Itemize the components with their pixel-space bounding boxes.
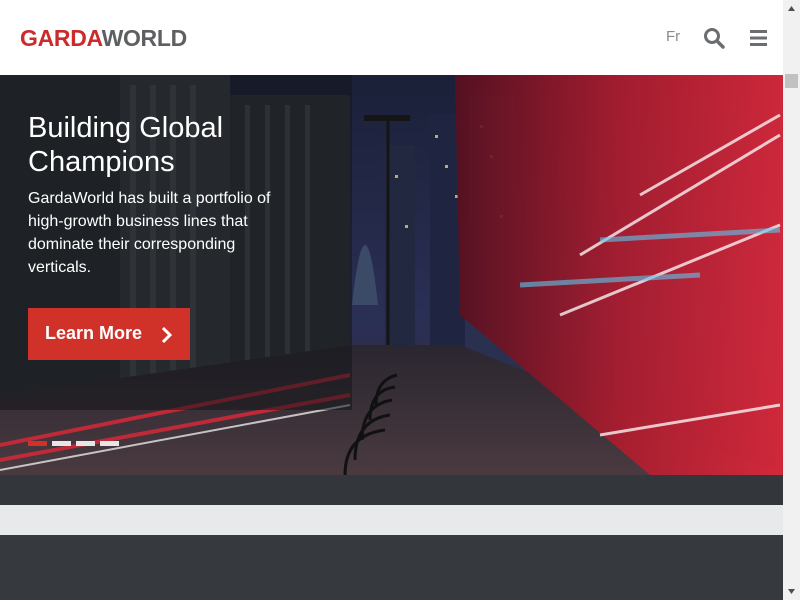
carousel-dot-4[interactable] (100, 441, 119, 446)
language-toggle-link[interactable]: Fr (666, 28, 680, 45)
site-header: GARDAWORLD Fr (0, 0, 783, 75)
search-button[interactable] (702, 26, 726, 50)
page-scrollbar[interactable] (783, 0, 800, 600)
gardaworld-logo[interactable]: GARDAWORLD (20, 25, 187, 51)
hero-title: Building Global Champions (28, 112, 224, 178)
light-section-band (0, 505, 783, 535)
logo-part-world: WORLD (101, 25, 188, 51)
search-icon (704, 28, 725, 49)
carousel-dot-3[interactable] (76, 441, 95, 446)
chevron-right-icon (161, 326, 173, 344)
carousel-dot-1[interactable] (28, 441, 47, 446)
scroll-down-arrow-icon[interactable] (783, 583, 800, 600)
hero-carousel: Building Global Champions GardaWorld has… (0, 75, 783, 475)
dark-section-band (0, 475, 783, 505)
logo-part-garda: GARDA (20, 25, 102, 51)
menu-button[interactable] (747, 26, 771, 50)
hero-description: GardaWorld has built a portfolio of high… (28, 190, 271, 276)
hamburger-menu-icon (750, 30, 767, 46)
learn-more-button[interactable]: Learn More (28, 308, 190, 360)
scroll-up-arrow-icon[interactable] (783, 0, 800, 17)
scrollbar-thumb[interactable] (785, 74, 798, 88)
learn-more-label: Learn More (45, 323, 143, 343)
dark-footer-section (0, 535, 783, 600)
carousel-dot-2[interactable] (52, 441, 71, 446)
